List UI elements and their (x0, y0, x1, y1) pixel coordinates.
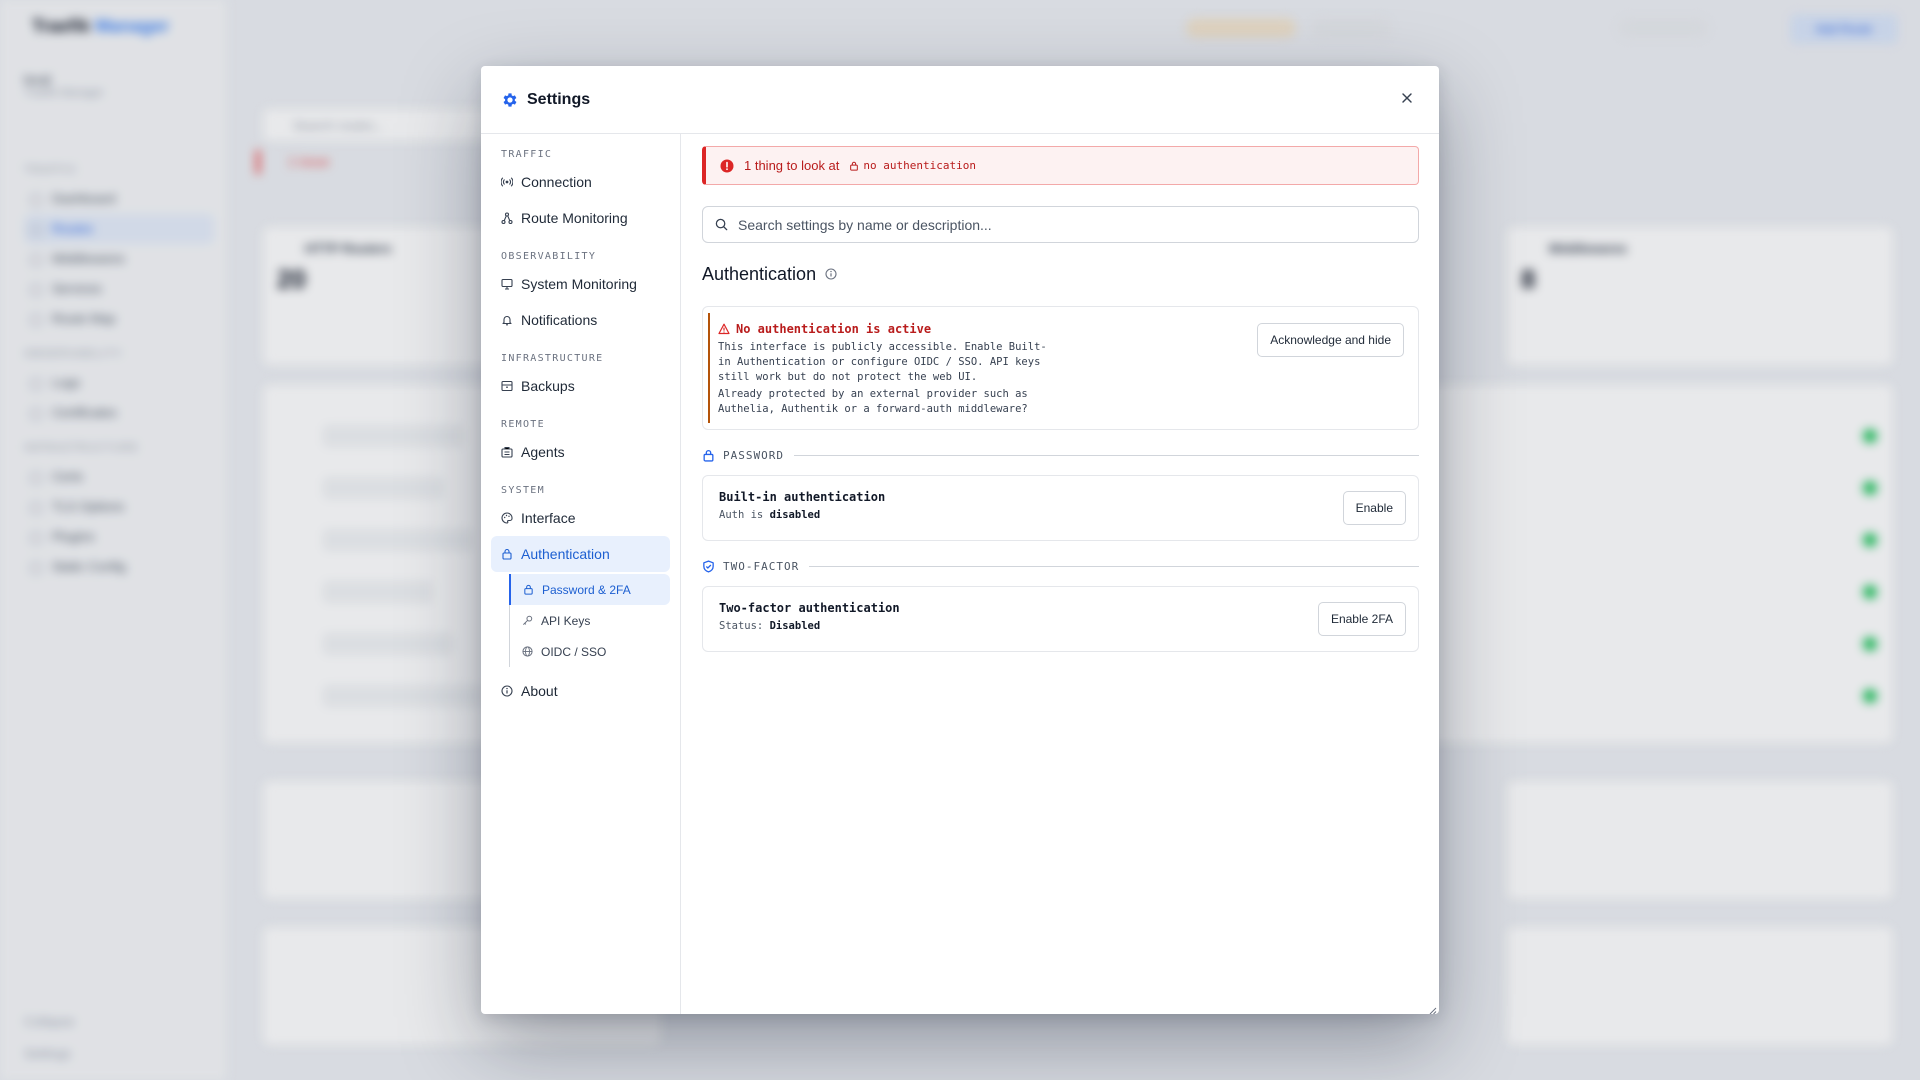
nav-item-authentication[interactable]: Authentication (491, 536, 670, 572)
builtin-auth-title: Built-in authentication (719, 490, 886, 504)
divider (793, 454, 1419, 456)
divider (809, 565, 1419, 567)
palette-icon (501, 512, 513, 524)
password-group-header: PASSWORD (702, 445, 1419, 465)
warning-body: This interface is publicly accessible. E… (718, 341, 1047, 383)
warning-triangle-icon (718, 323, 730, 335)
settings-modal: Settings TRAFFIC Connection Route Monito… (481, 66, 1439, 1014)
lock-icon (849, 161, 859, 171)
nav-item-connection[interactable]: Connection (491, 164, 670, 200)
search-icon (715, 218, 728, 231)
twofactor-title: Two-factor authentication (719, 601, 900, 615)
no-auth-warning-card: No authentication is active This interfa… (702, 306, 1419, 430)
builtin-auth-card: Built-in authentication Auth is disabled… (702, 475, 1419, 541)
twofactor-card: Two-factor authentication Status: Disabl… (702, 586, 1419, 652)
lock-icon (523, 584, 534, 595)
nav-item-interface[interactable]: Interface (491, 500, 670, 536)
nav-section-system: SYSTEM (501, 485, 545, 496)
twofactor-status: Status: Disabled (719, 620, 821, 632)
issues-alert-banner[interactable]: 1 thing to look at no authentication (702, 146, 1419, 185)
warning-body-external: Already protected by an external provide… (718, 388, 1028, 415)
shield-check-icon (702, 559, 715, 573)
nav-section-remote: REMOTE (501, 419, 545, 430)
subnav-item-api-keys[interactable]: API Keys (510, 605, 670, 636)
settings-search[interactable] (702, 206, 1419, 243)
modal-header: Settings (481, 66, 1439, 134)
key-icon (522, 615, 533, 626)
alert-text: 1 thing to look at (744, 158, 840, 173)
subnav-item-password-2fa[interactable]: Password & 2FA (509, 574, 670, 605)
lock-icon (501, 548, 513, 560)
nav-item-route-monitoring[interactable]: Route Monitoring (491, 200, 670, 236)
section-title: Authentication (702, 261, 1419, 287)
gear-icon (501, 91, 519, 109)
lock-icon (702, 449, 715, 462)
monitor-icon (501, 278, 513, 290)
authentication-subnav: Password & 2FA API Keys OIDC / SSO (509, 574, 670, 667)
enable-auth-button[interactable]: Enable (1342, 491, 1406, 525)
close-icon (1402, 93, 1412, 103)
nav-item-about[interactable]: About (491, 673, 670, 709)
nav-item-notifications[interactable]: Notifications (491, 302, 670, 338)
server-icon (501, 446, 513, 458)
broadcast-icon (501, 176, 513, 188)
resize-handle[interactable] (1427, 1002, 1437, 1014)
nav-section-infrastructure: INFRASTRUCTURE (501, 353, 604, 364)
subnav-item-oidc-sso[interactable]: OIDC / SSO (510, 636, 670, 667)
modal-title: Settings (527, 90, 591, 108)
error-icon (720, 159, 734, 173)
globe-icon (522, 646, 533, 657)
nav-section-observability: OBSERVABILITY (501, 251, 597, 262)
twofactor-group-header: TWO-FACTOR (702, 556, 1419, 576)
bell-icon (501, 314, 513, 326)
settings-content: 1 thing to look at no authentication Aut… (682, 134, 1439, 1014)
archive-icon (501, 380, 513, 392)
info-icon (501, 685, 513, 697)
settings-nav: TRAFFIC Connection Route Monitoring OBSE… (481, 134, 681, 1014)
alert-chip-no-auth[interactable]: no authentication (849, 159, 976, 172)
nav-item-backups[interactable]: Backups (491, 368, 670, 404)
settings-search-input[interactable] (738, 216, 1418, 233)
acknowledge-and-hide-button[interactable]: Acknowledge and hide (1257, 323, 1404, 357)
enable-2fa-button[interactable]: Enable 2FA (1317, 602, 1406, 636)
close-button[interactable] (1397, 90, 1417, 110)
nav-item-system-monitoring[interactable]: System Monitoring (491, 266, 670, 302)
nav-section-traffic: TRAFFIC (501, 149, 553, 160)
route-icon (501, 212, 513, 224)
nav-item-agents[interactable]: Agents (491, 434, 670, 470)
builtin-auth-status: Auth is disabled (719, 509, 821, 521)
info-icon[interactable] (825, 268, 837, 280)
